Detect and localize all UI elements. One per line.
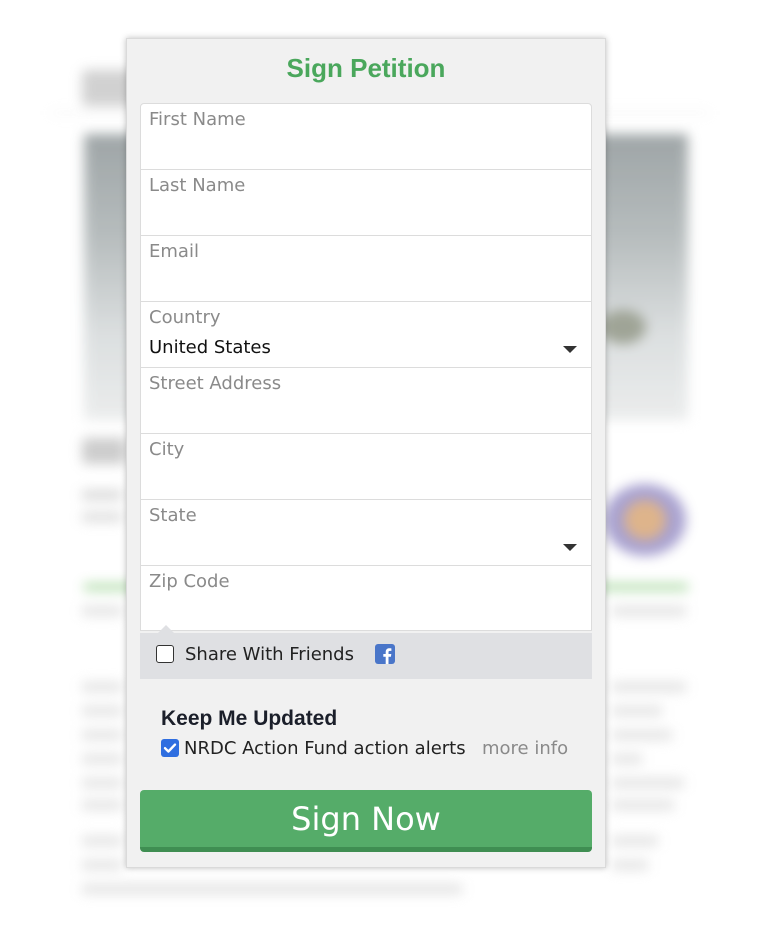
street-address-label: Street Address [149, 373, 282, 394]
background-text-line [82, 682, 122, 692]
last-name-label: Last Name [149, 175, 246, 196]
last-name-field[interactable]: Last Name [141, 170, 591, 236]
sign-now-button[interactable]: Sign Now [140, 790, 592, 852]
background-text-line [82, 706, 122, 716]
background-photo-detail [600, 310, 646, 344]
background-text-line [612, 706, 662, 716]
first-name-label: First Name [149, 109, 246, 130]
state-label: State [149, 505, 197, 526]
background-subheading [82, 438, 126, 464]
background-text-line [612, 606, 686, 616]
chevron-down-icon [563, 346, 577, 353]
action-alerts-label: NRDC Action Fund action alerts [184, 738, 466, 759]
more-info-link[interactable]: more info [482, 738, 568, 759]
background-text-line [612, 682, 686, 692]
chevron-down-icon [563, 544, 577, 551]
email-label: Email [149, 241, 199, 262]
background-text-line [82, 730, 122, 740]
background-text-line [612, 730, 672, 740]
share-with-friends-bar: Share With Friends [140, 625, 592, 679]
background-text-line [82, 606, 122, 616]
background-text-line [82, 884, 462, 894]
background-text-line [612, 860, 648, 870]
petition-card: Sign Petition First Name Last Name Email… [126, 38, 606, 868]
background-text-line [82, 512, 122, 522]
background-text-line [82, 800, 122, 810]
background-text-line [82, 836, 122, 846]
background-text-line [612, 754, 642, 764]
petition-form-fields: First Name Last Name Email Country Unite… [140, 103, 592, 631]
background-text-line [612, 800, 674, 810]
email-field[interactable]: Email [141, 236, 591, 302]
city-label: City [149, 439, 185, 460]
background-badge-logo-inner [624, 500, 666, 540]
facebook-icon[interactable] [375, 644, 395, 664]
country-label: Country [149, 307, 221, 328]
share-label: Share With Friends [185, 644, 354, 665]
street-address-field[interactable]: Street Address [141, 368, 591, 434]
petition-title: Sign Petition [286, 53, 446, 83]
country-value: United States [149, 337, 271, 358]
country-select[interactable]: Country United States [141, 302, 591, 368]
background-text-line [82, 754, 122, 764]
first-name-field[interactable]: First Name [141, 104, 591, 170]
share-pointer-arrow [158, 625, 174, 633]
background-text-line [612, 836, 658, 846]
zip-code-field[interactable]: Zip Code [141, 566, 591, 630]
keep-me-updated-heading: Keep Me Updated [161, 707, 338, 730]
share-checkbox[interactable] [156, 645, 174, 663]
action-alerts-checkbox[interactable] [161, 739, 179, 757]
background-text-line [82, 860, 122, 870]
city-field[interactable]: City [141, 434, 591, 500]
state-select[interactable]: State [141, 500, 591, 566]
background-text-line [82, 778, 122, 788]
zip-code-label: Zip Code [149, 571, 230, 592]
background-text-line [612, 778, 684, 788]
background-text-line [82, 490, 122, 500]
